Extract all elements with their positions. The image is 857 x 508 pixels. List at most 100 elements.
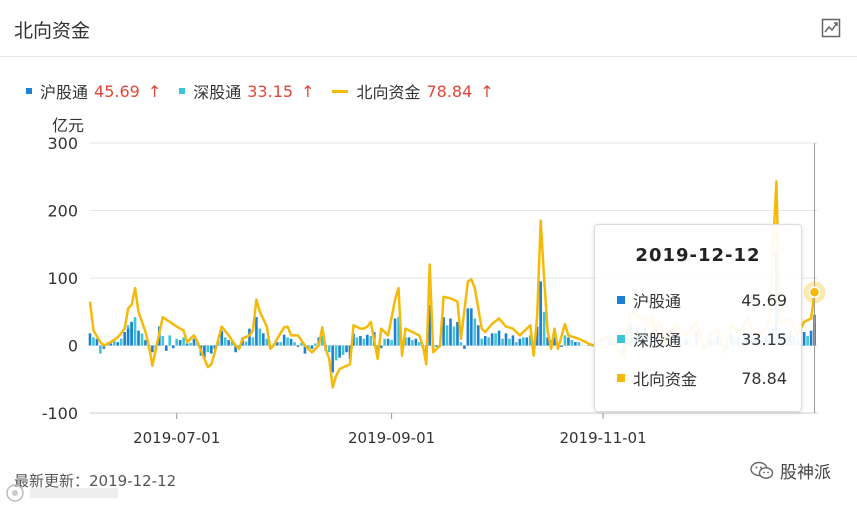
brand-name: 股神派	[780, 463, 831, 483]
sh-bar	[289, 338, 293, 346]
sz-bar	[418, 342, 421, 346]
sh-bar	[567, 337, 570, 346]
sz-bar	[161, 336, 165, 346]
y-tick-label: 200	[47, 202, 78, 221]
sh-bar	[282, 334, 286, 346]
tooltip-row-sh: 沪股通 45.69	[617, 289, 787, 311]
sz-bar	[522, 337, 525, 346]
tooltip-swatch	[617, 296, 625, 304]
sh-bar	[560, 345, 563, 347]
y-tick-label: 100	[47, 269, 78, 288]
sz-bar	[258, 328, 262, 346]
sh-bar	[476, 325, 480, 346]
sz-bar	[133, 317, 137, 346]
tooltip-row-north: 北向资金 78.84	[617, 367, 787, 389]
x-tick-label: 2019-07-01	[133, 429, 220, 447]
tooltip-value: 33.15	[741, 329, 787, 349]
sz-bar	[390, 340, 393, 346]
sh-bar	[137, 330, 140, 346]
sh-bar	[483, 336, 487, 346]
sz-bar	[362, 338, 366, 346]
sz-bar	[494, 333, 497, 346]
sz-bar	[327, 345, 331, 353]
tooltip-swatch	[617, 335, 625, 343]
sh-bar	[539, 281, 542, 346]
sz-bar	[501, 338, 504, 346]
sh-bar	[126, 328, 130, 346]
sz-bar	[473, 318, 477, 346]
sz-bar	[570, 340, 574, 346]
sz-bar	[251, 337, 255, 346]
sz-bar	[99, 345, 102, 354]
sh-bar	[504, 333, 508, 346]
sz-bar	[334, 345, 338, 361]
sh-bar	[185, 343, 189, 346]
sz-bar	[168, 335, 172, 346]
sz-bar	[445, 325, 449, 346]
tooltip-value: 45.69	[741, 290, 787, 310]
cursor-point	[808, 286, 821, 299]
sh-bar	[463, 345, 466, 349]
sz-bar	[341, 345, 345, 355]
sz-bar	[355, 337, 359, 346]
sh-bar	[518, 338, 522, 346]
sz-bar	[542, 311, 546, 346]
sh-bar	[130, 321, 133, 346]
sh-bar	[414, 338, 418, 346]
watermark-logo	[6, 484, 118, 502]
sh-bar	[456, 321, 459, 346]
sh-bar	[262, 333, 265, 346]
sz-bar	[806, 336, 809, 346]
sh-bar	[178, 340, 182, 346]
tooltip: 2019-12-12 沪股通 45.69 深股通 33.15 北向资金 78.8…	[594, 224, 802, 412]
sh-bar	[123, 332, 126, 346]
sz-bar	[480, 338, 484, 346]
sz-bar	[563, 335, 567, 346]
sh-bar	[511, 335, 515, 346]
sh-bar	[331, 345, 334, 373]
sh-bar	[88, 333, 92, 346]
tooltip-swatch	[617, 374, 625, 382]
x-tick-label: 2019-09-01	[348, 429, 435, 447]
sz-bar	[279, 342, 282, 346]
sh-bar	[449, 318, 452, 346]
sh-bar	[255, 317, 258, 346]
sh-bar	[809, 330, 813, 346]
sh-bar	[386, 338, 390, 346]
sh-bar	[164, 345, 168, 351]
sh-bar	[393, 318, 397, 346]
sh-bar	[296, 345, 300, 347]
y-tick-label: -100	[42, 404, 78, 423]
sz-bar	[119, 338, 123, 346]
tooltip-name: 北向资金	[633, 370, 698, 389]
sh-bar	[171, 345, 175, 349]
sz-bar	[244, 341, 248, 346]
sz-bar	[92, 337, 95, 346]
y-tick-label: 300	[47, 134, 78, 153]
sz-bar	[459, 342, 463, 346]
x-tick-label: 2019-11-01	[559, 429, 646, 447]
tooltip-name: 沪股通	[633, 292, 682, 311]
sh-bar	[525, 337, 529, 346]
sh-bar	[310, 345, 314, 349]
tooltip-date: 2019-12-12	[635, 245, 761, 266]
sh-bar	[210, 345, 213, 354]
sz-bar	[293, 342, 296, 346]
sz-bar	[411, 340, 414, 346]
sz-bar	[314, 343, 317, 346]
sz-bar	[175, 338, 178, 346]
sz-bar	[577, 342, 581, 346]
tooltip-row-sz: 深股通 33.15	[617, 328, 787, 350]
sz-bar	[286, 337, 289, 346]
sh-bar	[407, 337, 411, 346]
y-tick-label: 0	[68, 337, 78, 356]
sh-bar	[490, 333, 494, 346]
sh-bar	[359, 336, 362, 346]
sz-bar	[487, 337, 490, 346]
sz-bar	[369, 336, 373, 346]
sz-bar	[515, 342, 518, 346]
sh-bar	[366, 334, 369, 346]
sh-bar	[227, 340, 230, 346]
sh-bar	[802, 332, 806, 346]
sz-bar	[206, 345, 210, 353]
